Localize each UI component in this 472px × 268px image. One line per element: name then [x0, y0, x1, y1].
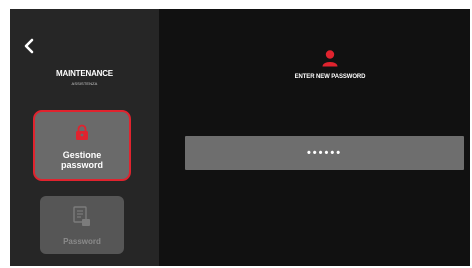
manage-password-label-line2: password — [60, 160, 103, 170]
sidebar-title: MAINTENANCE — [56, 69, 113, 78]
enter-password-heading: ENTER NEW PASSWORD — [294, 74, 366, 80]
manage-password-label: Gestione password — [35, 150, 129, 170]
document-icon — [73, 206, 90, 226]
back-button[interactable] — [21, 37, 37, 55]
sidebar: MAINTENANCE ASSISTENZA Gestione password… — [10, 9, 159, 266]
password-tile[interactable]: Password — [40, 196, 124, 254]
sidebar-subtitle: ASSISTENZA — [71, 81, 98, 86]
lock-icon — [76, 124, 88, 140]
device-screen: MAINTENANCE ASSISTENZA Gestione password… — [10, 9, 470, 266]
manage-password-label-line1: Gestione — [62, 150, 102, 160]
user-icon — [322, 50, 338, 67]
new-password-field[interactable]: •••••• — [185, 136, 464, 170]
chevron-left-icon — [24, 38, 34, 54]
password-tile-label: Password — [63, 237, 101, 246]
manage-password-tile[interactable]: Gestione password — [33, 110, 131, 181]
